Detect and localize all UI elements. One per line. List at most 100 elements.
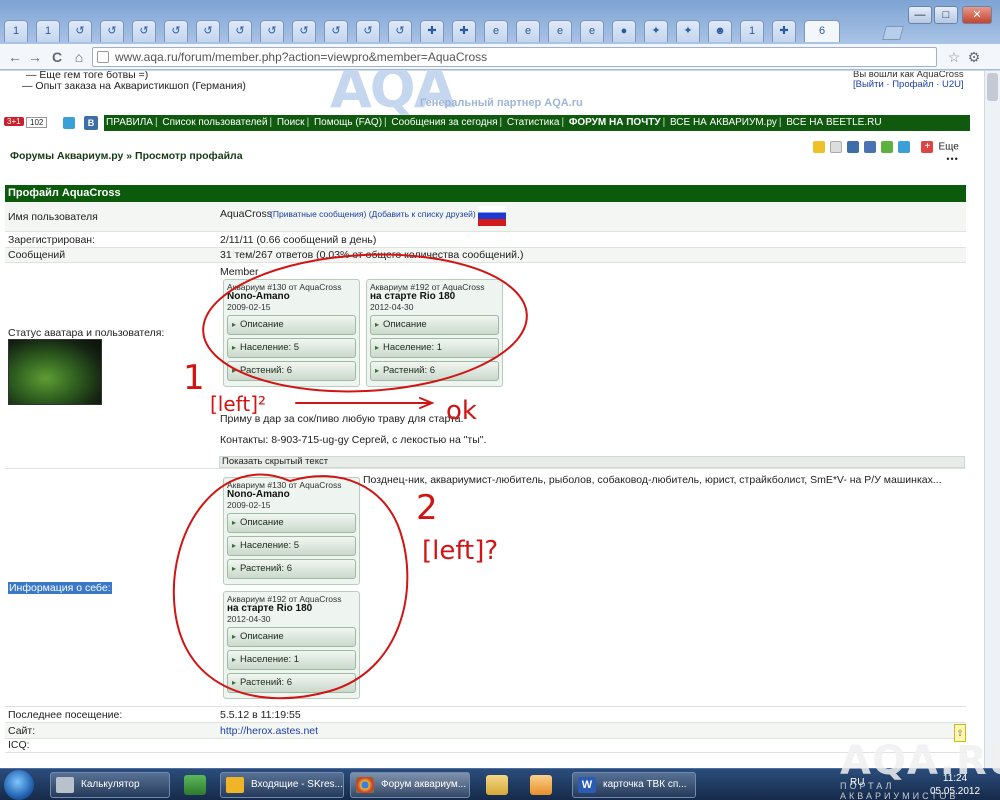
- nav-search[interactable]: Поиск: [275, 115, 307, 131]
- bookmark-star-icon[interactable]: ☆: [945, 48, 963, 66]
- population-button[interactable]: Население: 1: [370, 338, 499, 358]
- site-logo[interactable]: AQA: [330, 71, 455, 120]
- browser-tab[interactable]: ✚: [452, 20, 476, 42]
- more-share-icon[interactable]: +: [921, 141, 934, 154]
- facebook-icon[interactable]: [864, 141, 877, 154]
- nav-rules[interactable]: ПРАВИЛА: [104, 115, 155, 131]
- browser-tab-active[interactable]: 6: [804, 20, 840, 42]
- back-button[interactable]: ←: [6, 48, 24, 66]
- nav-beetle[interactable]: ВСЕ НА BEETLE.RU: [784, 115, 883, 131]
- browser-tab[interactable]: 1: [36, 20, 60, 42]
- nav-today[interactable]: Сообщения за сегодня: [389, 115, 499, 131]
- forward-button[interactable]: →: [26, 48, 44, 66]
- username-links[interactable]: (Приватные сообщения) (Добавить к списку…: [270, 209, 476, 219]
- browser-tab[interactable]: 1: [4, 20, 28, 42]
- population-button[interactable]: Население: 1: [227, 650, 356, 670]
- browser-tab[interactable]: ↺: [132, 20, 156, 42]
- description-button[interactable]: Описание: [227, 513, 356, 533]
- description-button[interactable]: Описание: [227, 627, 356, 647]
- wrench-icon[interactable]: ⚙: [965, 48, 983, 66]
- browser-tab[interactable]: ↺: [196, 20, 220, 42]
- browser-tab[interactable]: ↺: [388, 20, 412, 42]
- aquarium-name[interactable]: на старте Rio 180: [370, 291, 499, 302]
- minimize-button[interactable]: —: [908, 6, 932, 24]
- more-share-label[interactable]: Еще: [938, 142, 958, 153]
- value-username: AquaCross: [220, 208, 272, 220]
- new-tab-button[interactable]: [882, 26, 904, 40]
- google-icon[interactable]: [881, 141, 894, 154]
- counter-badge-1[interactable]: 3+1: [4, 117, 24, 126]
- taskbar-calculator[interactable]: Калькулятор: [50, 772, 170, 798]
- plants-button[interactable]: Растений: 6: [370, 361, 499, 381]
- row-icq: ICQ:: [5, 739, 966, 753]
- value-about: Позднец-ник, аквариумист-любитель, рыбол…: [363, 474, 942, 486]
- close-button[interactable]: ✕: [962, 6, 992, 24]
- browser-tab[interactable]: ●: [612, 20, 636, 42]
- browser-tab[interactable]: e: [484, 20, 508, 42]
- browser-tab[interactable]: ↺: [228, 20, 252, 42]
- user-links[interactable]: [Выйти · Профайл · U2U]: [853, 79, 964, 90]
- top-link-2[interactable]: — Опыт заказа на Акваристикшоп (Германия…: [22, 80, 246, 92]
- twitter-icon[interactable]: [63, 117, 75, 129]
- vertical-scrollbar[interactable]: [984, 71, 1000, 768]
- browser-tab[interactable]: ✚: [772, 20, 796, 42]
- nav-forum-mail[interactable]: ФОРУМ НА ПОЧТУ: [567, 115, 663, 131]
- browser-tab[interactable]: ✦: [676, 20, 700, 42]
- value-site[interactable]: http://herox.astes.net: [220, 725, 318, 737]
- population-button[interactable]: Население: 5: [227, 536, 356, 556]
- vk-share-icon[interactable]: [847, 141, 860, 154]
- media-player-icon[interactable]: [530, 775, 552, 795]
- browser-tab[interactable]: ↺: [164, 20, 188, 42]
- nav-faq[interactable]: Помощь (FAQ): [312, 115, 384, 131]
- start-button[interactable]: [4, 770, 34, 800]
- taskbar-chrome[interactable]: Форум аквариум...: [350, 772, 470, 798]
- nav-aquarium[interactable]: ВСЕ НА АКВАРИУМ.ру: [668, 115, 779, 131]
- breadcrumb[interactable]: Форумы Аквариум.ру » Просмотр профайла: [10, 150, 243, 162]
- browser-tab[interactable]: ↺: [260, 20, 284, 42]
- vk-icon[interactable]: В: [84, 116, 98, 130]
- browser-tab[interactable]: e: [580, 20, 604, 42]
- reload-button[interactable]: C: [48, 48, 66, 66]
- home-button[interactable]: ⌂: [70, 48, 88, 66]
- plants-button[interactable]: Растений: 6: [227, 673, 356, 693]
- nav-stats[interactable]: Статистика: [505, 115, 562, 131]
- browser-tab[interactable]: ↺: [68, 20, 92, 42]
- browser-toolbar: ← → C ⌂ www.aqa.ru/forum/member.php?acti…: [0, 44, 1000, 70]
- browser-tab[interactable]: ↺: [100, 20, 124, 42]
- browser-tab[interactable]: ✦: [644, 20, 668, 42]
- aquarium-card-bottom-2: Аквариум #192 от AquaCross на старте Rio…: [223, 591, 360, 699]
- taskbar-word[interactable]: W карточка ТВК сп...: [572, 772, 696, 798]
- scrollbar-thumb[interactable]: [987, 73, 998, 101]
- nav-members[interactable]: Список пользователей: [160, 115, 269, 131]
- browser-tab[interactable]: ↺: [356, 20, 380, 42]
- browser-tab[interactable]: ↺: [292, 20, 316, 42]
- counter-badge-2[interactable]: 102: [26, 117, 48, 128]
- browser-tab[interactable]: ☻: [708, 20, 732, 42]
- folder-icon[interactable]: [486, 775, 508, 795]
- address-bar[interactable]: www.aqa.ru/forum/member.php?action=viewp…: [92, 47, 937, 67]
- show-hidden-text[interactable]: Показать скрытый текст: [219, 456, 965, 468]
- aquarium-name[interactable]: Nono-Amano: [227, 489, 356, 500]
- plants-button[interactable]: Растений: 6: [227, 361, 356, 381]
- maximize-button[interactable]: □: [934, 6, 958, 24]
- twitter-share-icon[interactable]: [898, 141, 911, 154]
- browser-tab[interactable]: ✚: [420, 20, 444, 42]
- taskbar-outlook[interactable]: Входящие - SKres...: [220, 772, 344, 798]
- browser-tab[interactable]: e: [548, 20, 572, 42]
- browser-tab[interactable]: e: [516, 20, 540, 42]
- browser-tab[interactable]: ↺: [324, 20, 348, 42]
- browser-tab[interactable]: 1: [740, 20, 764, 42]
- bookmark-icon[interactable]: [813, 141, 825, 154]
- chart-app-icon[interactable]: [184, 775, 206, 795]
- plants-button[interactable]: Растений: 6: [227, 559, 356, 579]
- description-button[interactable]: Описание: [370, 315, 499, 335]
- population-button[interactable]: Население: 5: [227, 338, 356, 358]
- label-registered: Зарегистрирован:: [8, 234, 96, 246]
- taskbar-calculator-label: Калькулятор: [81, 779, 140, 790]
- description-button[interactable]: Описание: [227, 315, 356, 335]
- row-registered: Зарегистрирован: 2/11/11 (0.66 сообщений…: [5, 232, 966, 248]
- share-toolbar: + Еще •••: [813, 141, 959, 164]
- aquarium-name[interactable]: Nono-Amano: [227, 291, 356, 302]
- aquarium-name[interactable]: на старте Rio 180: [227, 603, 356, 614]
- mail-icon[interactable]: [830, 141, 843, 154]
